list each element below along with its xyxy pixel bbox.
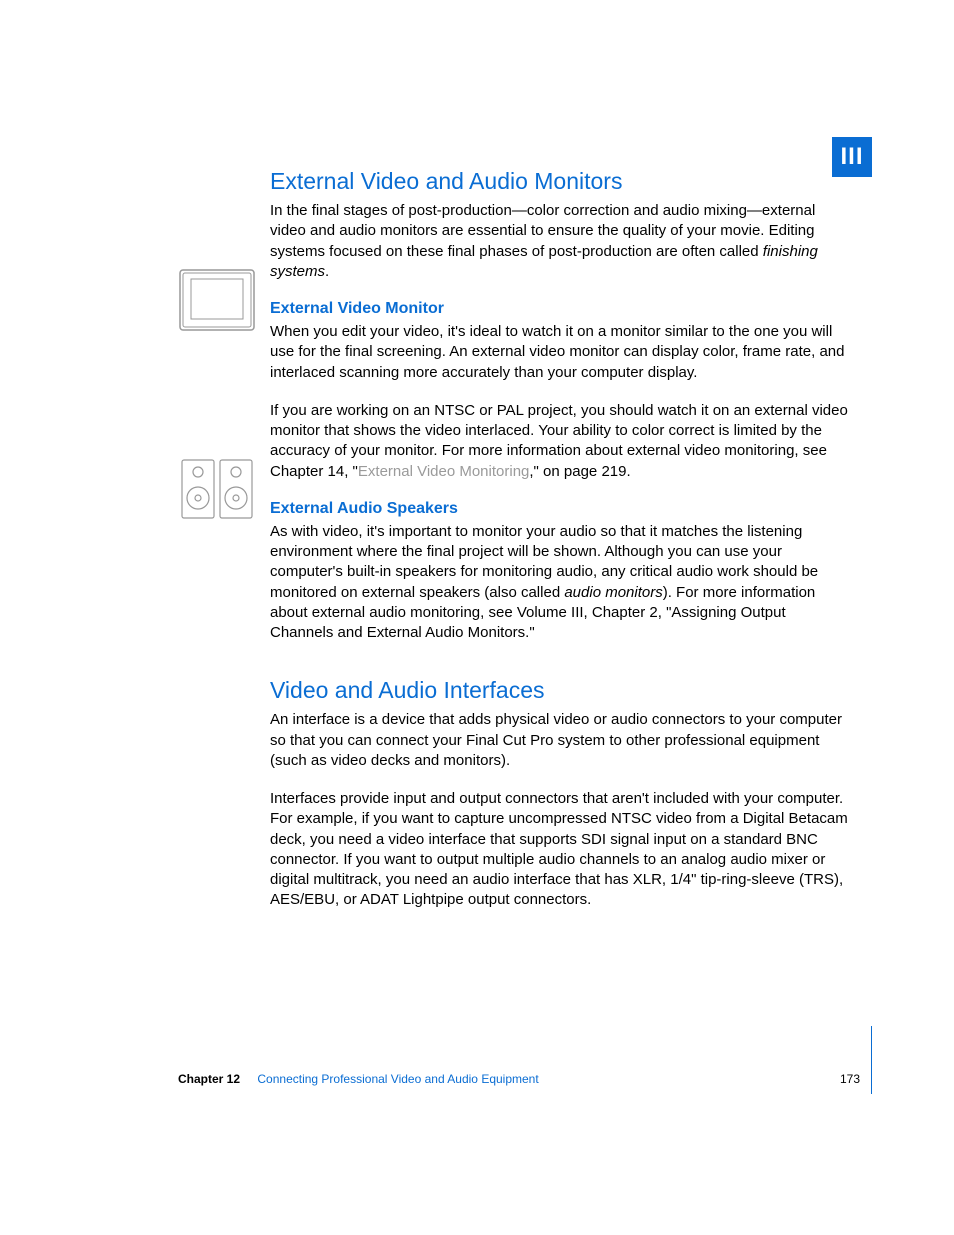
- external-video-monitor-p1: When you edit your video, it's ideal to …: [178, 322, 848, 383]
- page: III External Video and Audio Monitors In…: [0, 0, 954, 1235]
- footer-page-number: 173: [840, 1072, 860, 1086]
- monitor-icon: [178, 268, 258, 332]
- footer-chapter-label: Chapter 12: [178, 1072, 240, 1086]
- content-area: External Video and Audio Monitors In the…: [178, 168, 848, 929]
- external-video-monitor-p2: If you are working on an NTSC or PAL pro…: [178, 401, 848, 482]
- page-footer: Chapter 12 Connecting Professional Video…: [178, 1072, 860, 1086]
- link-external-video-monitoring[interactable]: External Video Monitoring: [358, 463, 530, 480]
- speakers-icon: [178, 458, 258, 520]
- footer-chapter-title: Connecting Professional Video and Audio …: [257, 1072, 538, 1086]
- part-tab-label: III: [840, 143, 863, 171]
- external-audio-speakers-p1: As with video, it's important to monitor…: [178, 522, 848, 644]
- external-audio-speakers-p1-italic: audio monitors: [564, 584, 662, 601]
- heading-external-video-audio-monitors: External Video and Audio Monitors: [178, 168, 848, 195]
- video-audio-interfaces-p1: An interface is a device that adds physi…: [178, 710, 848, 771]
- section1-intro-post: .: [325, 263, 329, 280]
- external-video-monitor-p2-post: ," on page 219.: [529, 463, 630, 480]
- heading-external-audio-speakers: External Audio Speakers: [178, 500, 848, 518]
- heading-video-audio-interfaces: Video and Audio Interfaces: [178, 677, 848, 704]
- section1-intro-pre: In the final stages of post-production—c…: [270, 202, 815, 260]
- heading-external-video-monitor: External Video Monitor: [178, 300, 848, 318]
- section1-intro: In the final stages of post-production—c…: [178, 201, 848, 282]
- margin-rule: [871, 1026, 872, 1094]
- video-audio-interfaces-p2: Interfaces provide input and output conn…: [178, 789, 848, 911]
- footer-left: Chapter 12 Connecting Professional Video…: [178, 1072, 539, 1086]
